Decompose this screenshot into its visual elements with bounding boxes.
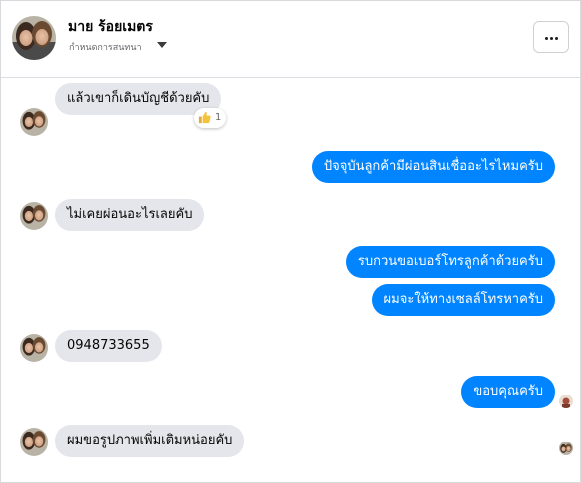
sender-avatar[interactable]	[20, 108, 48, 136]
message-bubble-incoming[interactable]: ไม่เคยผ่อนอะไรเลยคับ	[55, 199, 205, 231]
message-bubble-outgoing[interactable]: รบกวนขอเบอร์โทรลูกค้าด้วยครับ	[345, 246, 555, 278]
sender-avatar[interactable]	[20, 334, 48, 362]
more-dots-icon	[550, 37, 553, 40]
message-bubble-incoming[interactable]: ผมขอรูปภาพเพิ่มเติมหน่อยคับ	[55, 425, 245, 457]
sender-avatar[interactable]	[20, 202, 48, 230]
chat-window: มาย ร้อยเมตร กำหนดการสนทนา แล้วเขาก็เดิน…	[0, 0, 581, 483]
more-options-button[interactable]	[533, 21, 569, 53]
conversation-subtitle[interactable]: กำหนดการสนทนา	[69, 40, 142, 54]
message-bubble-outgoing[interactable]: ขอบคุณครับ	[461, 376, 555, 408]
message-bubble-incoming[interactable]: 0948733655	[55, 330, 162, 362]
contact-avatar[interactable]	[12, 16, 56, 60]
thumbs-up-icon	[198, 111, 211, 124]
message-bubble-outgoing[interactable]: ผมจะให้ทางเซลล์โทรหาครับ	[371, 284, 555, 316]
contact-name[interactable]: มาย ร้อยเมตร	[68, 16, 153, 38]
message-reaction[interactable]: 1	[194, 108, 226, 128]
sender-avatar[interactable]	[20, 428, 48, 456]
message-bubble-outgoing[interactable]: ปัจจุบันลูกค้ามีผ่อนสินเชื่ออะไรไหมครับ	[311, 151, 555, 183]
more-dots-icon	[555, 37, 558, 40]
read-receipt-avatar	[559, 441, 573, 455]
more-dots-icon	[545, 37, 548, 40]
reaction-count: 1	[215, 112, 222, 123]
conversation-header: มาย ร้อยเมตร กำหนดการสนทนา	[1, 1, 580, 78]
read-receipt-avatar	[559, 394, 573, 408]
chevron-down-icon[interactable]	[157, 42, 167, 48]
